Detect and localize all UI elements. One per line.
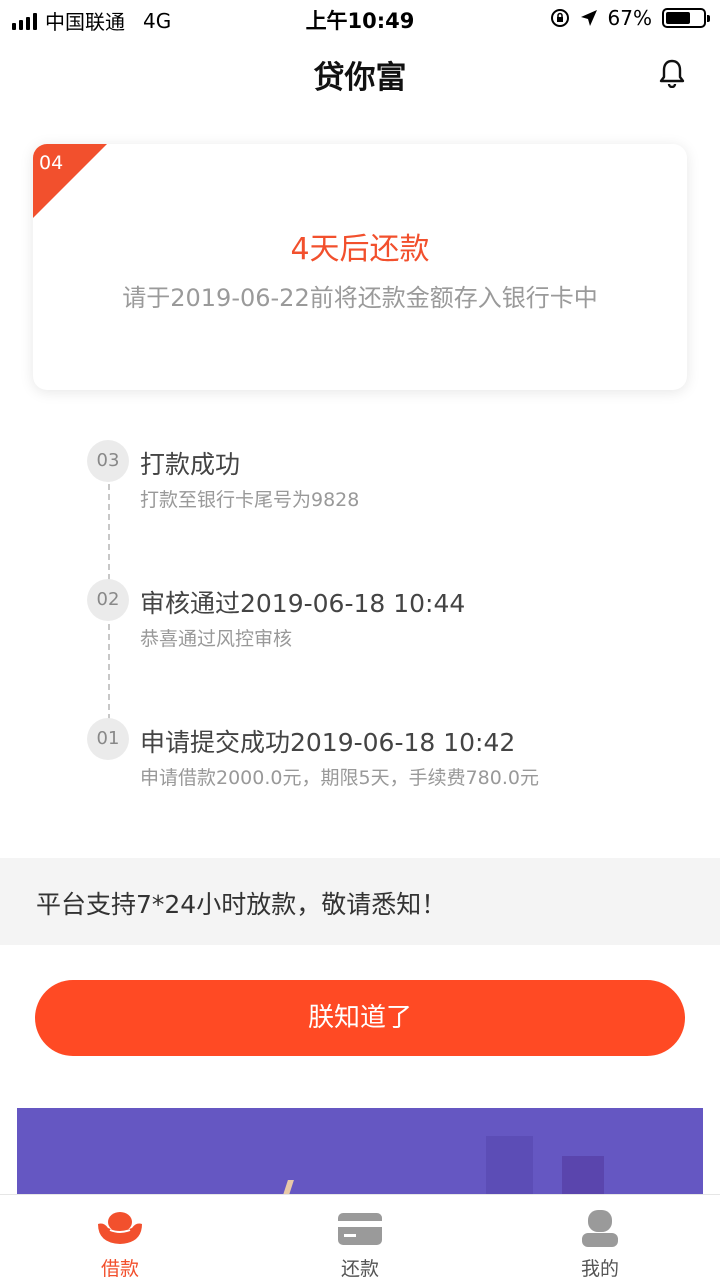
battery-icon bbox=[662, 8, 710, 28]
user-icon bbox=[582, 1210, 618, 1247]
tab-mine[interactable]: 我的 bbox=[480, 1195, 720, 1281]
notice-bar: 平台支持7*24小时放款，敬请悉知！ bbox=[0, 858, 720, 945]
timeline-step-03: 03 打款成功 打款至银行卡尾号为9828 bbox=[87, 440, 687, 520]
tab-bar: 借款 还款 我的 bbox=[0, 1194, 720, 1281]
card-icon bbox=[338, 1213, 382, 1245]
promo-banner[interactable] bbox=[17, 1108, 703, 1198]
step-number: 03 bbox=[87, 440, 129, 482]
repayment-countdown: 4天后还款 bbox=[290, 232, 430, 267]
step-description: 打款至银行卡尾号为9828 bbox=[140, 489, 360, 511]
repayment-instruction: 请于2019-06-22前将还款金额存入银行卡中 bbox=[122, 284, 598, 312]
step-title: 审核通过2019-06-18 10:44 bbox=[140, 589, 466, 618]
timeline-step-02: 02 审核通过2019-06-18 10:44 恭喜通过风控审核 bbox=[87, 579, 687, 659]
progress-timeline: 03 打款成功 打款至银行卡尾号为9828 02 审核通过2019-06-18 … bbox=[0, 440, 720, 820]
page-title: 贷你富 bbox=[313, 60, 407, 96]
tab-borrow[interactable]: 借款 bbox=[0, 1195, 240, 1281]
battery-percent: 67% bbox=[607, 6, 652, 30]
nav-bar: 贷你富 bbox=[0, 38, 720, 108]
location-arrow-icon bbox=[580, 10, 597, 26]
bell-icon[interactable] bbox=[658, 58, 686, 88]
timeline-step-01: 01 申请提交成功2019-06-18 10:42 申请借款2000.0元，期限… bbox=[87, 718, 687, 798]
step-description: 申请借款2000.0元，期限5天，手续费780.0元 bbox=[140, 767, 539, 789]
status-bar: 中国联通 4G 上午10:49 67% bbox=[0, 0, 720, 38]
card-badge: 04 bbox=[39, 152, 64, 174]
rotation-lock-icon bbox=[550, 9, 569, 27]
tab-repay[interactable]: 还款 bbox=[240, 1195, 480, 1281]
status-right: 67% bbox=[550, 6, 710, 30]
step-title: 打款成功 bbox=[140, 450, 241, 479]
step-title: 申请提交成功2019-06-18 10:42 bbox=[140, 728, 516, 757]
repayment-card: 04 4天后还款 请于2019-06-22前将还款金额存入银行卡中 bbox=[33, 144, 687, 390]
step-number: 02 bbox=[87, 579, 129, 621]
step-description: 恭喜通过风控审核 bbox=[140, 628, 293, 650]
tab-label: 我的 bbox=[580, 1258, 619, 1280]
step-number: 01 bbox=[87, 718, 129, 760]
notice-text: 平台支持7*24小时放款，敬请悉知！ bbox=[36, 890, 447, 919]
confirm-button[interactable]: 朕知道了 bbox=[35, 980, 685, 1056]
tab-label: 还款 bbox=[340, 1258, 379, 1280]
banner-shape bbox=[486, 1136, 533, 1198]
tab-label: 借款 bbox=[100, 1258, 139, 1280]
banner-shape bbox=[562, 1156, 604, 1198]
ingot-icon bbox=[98, 1212, 142, 1244]
